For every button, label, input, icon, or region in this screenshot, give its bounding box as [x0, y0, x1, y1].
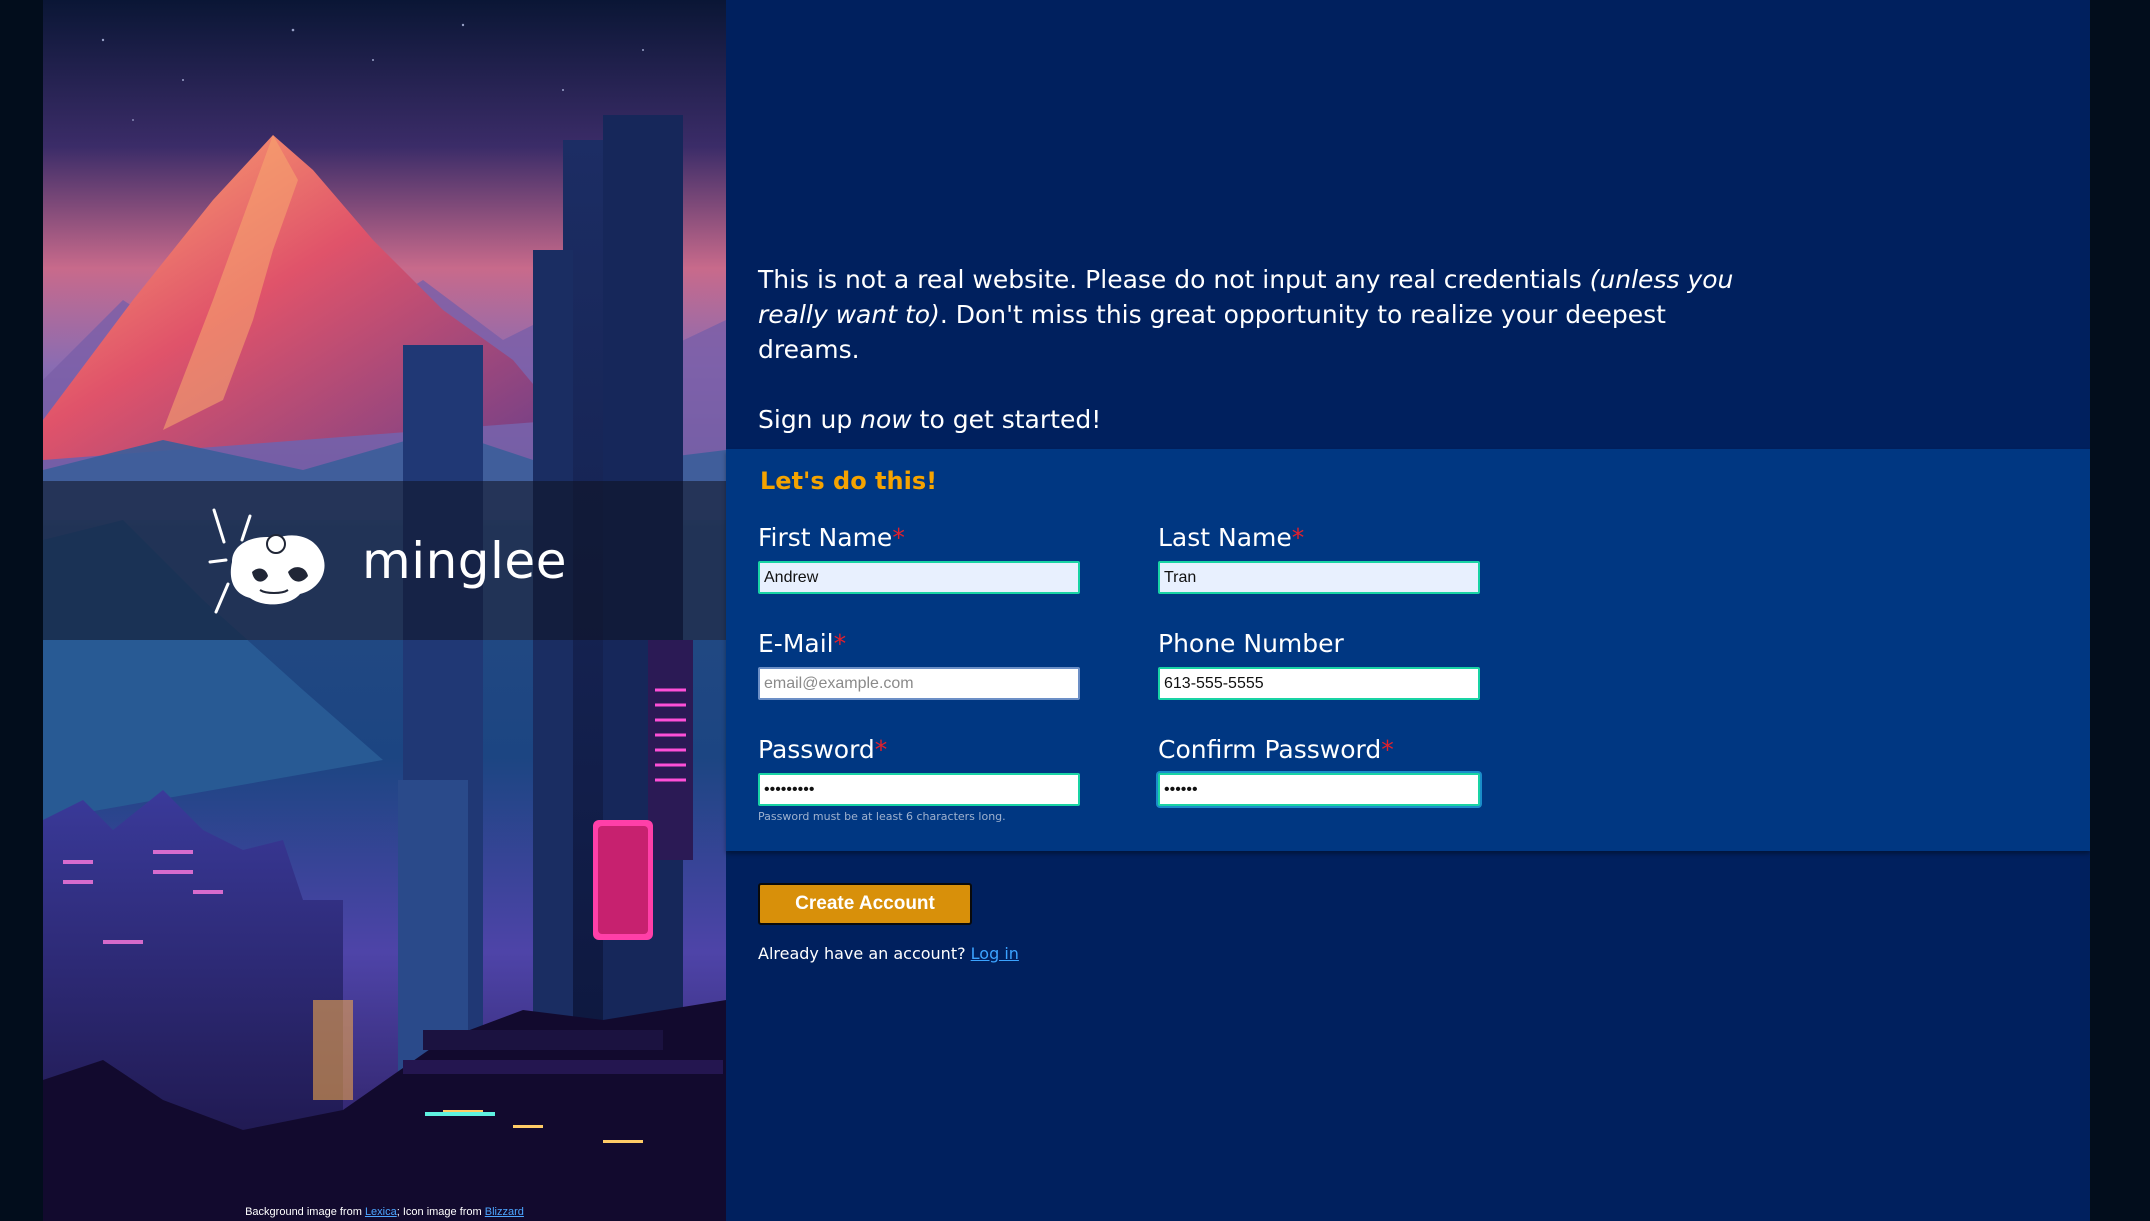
intro-paragraph: This is not a real website. Please do no…	[758, 262, 1758, 367]
password-group: Password* Password must be at least 6 ch…	[758, 735, 1080, 823]
login-prompt: Already have an account? Log in	[758, 944, 1019, 963]
confirm-password-label: Confirm Password*	[1158, 735, 1480, 765]
brand-banner: minglee	[43, 481, 726, 640]
phone-group: Phone Number	[1158, 629, 1480, 700]
password-label: Password*	[758, 735, 1080, 765]
login-prompt-text: Already have an account?	[758, 944, 971, 963]
intro-text-part: This is not a real website. Please do no…	[758, 265, 1590, 294]
login-link[interactable]: Log in	[971, 944, 1019, 963]
blizzard-link[interactable]: Blizzard	[485, 1206, 524, 1218]
email-group: E-Mail*	[758, 629, 1080, 700]
required-asterisk: *	[1291, 523, 1305, 552]
last-name-label-text: Last Name	[1158, 523, 1292, 552]
credits-prefix: Background image from	[245, 1206, 365, 1218]
signup-page: minglee Background image from Lexica; Ic…	[0, 0, 2150, 1221]
password-input[interactable]	[758, 773, 1080, 806]
last-name-label: Last Name*	[1158, 523, 1480, 553]
minglee-logo-icon	[208, 508, 325, 613]
required-asterisk: *	[892, 523, 905, 552]
cta-emphasis: now	[860, 405, 912, 434]
required-asterisk: *	[1381, 735, 1394, 764]
form-heading: Let's do this!	[760, 467, 938, 495]
lexica-link[interactable]: Lexica	[365, 1206, 397, 1218]
image-credits: Background image from Lexica; Icon image…	[43, 1206, 726, 1218]
required-asterisk: *	[833, 629, 847, 658]
first-name-label: First Name*	[758, 523, 1080, 553]
phone-input[interactable]	[1158, 667, 1480, 700]
first-name-label-text: First Name	[758, 523, 893, 552]
signup-call-to-action: Sign up now to get started!	[758, 402, 1758, 437]
brand-name: minglee	[362, 531, 567, 590]
cta-text-part: to get started!	[911, 405, 1102, 434]
page-edge	[2090, 0, 2150, 1221]
confirm-password-group: Confirm Password*	[1158, 735, 1480, 806]
email-label: E-Mail*	[758, 629, 1080, 659]
email-label-text: E-Mail	[758, 629, 834, 658]
cta-text-part: Sign up	[758, 405, 861, 434]
signup-form: Let's do this! First Name* Last Name* E-…	[726, 449, 2090, 851]
last-name-input[interactable]	[1158, 561, 1480, 594]
first-name-group: First Name*	[758, 523, 1080, 594]
password-label-text: Password	[758, 735, 875, 764]
email-input[interactable]	[758, 667, 1080, 700]
last-name-group: Last Name*	[1158, 523, 1480, 594]
main-content: This is not a real website. Please do no…	[726, 0, 2090, 1221]
phone-label: Phone Number	[1158, 629, 1344, 658]
confirm-password-label-text: Confirm Password	[1158, 735, 1382, 764]
password-hint: Password must be at least 6 characters l…	[758, 810, 1006, 823]
hero-panel: minglee Background image from Lexica; Ic…	[43, 0, 726, 1221]
first-name-input[interactable]	[758, 561, 1080, 594]
confirm-password-input[interactable]	[1158, 773, 1480, 806]
credits-middle: ; Icon image from	[396, 1206, 485, 1218]
required-asterisk: *	[874, 735, 888, 764]
intro-text: This is not a real website. Please do no…	[758, 262, 1758, 437]
create-account-button[interactable]: Create Account	[758, 883, 972, 925]
